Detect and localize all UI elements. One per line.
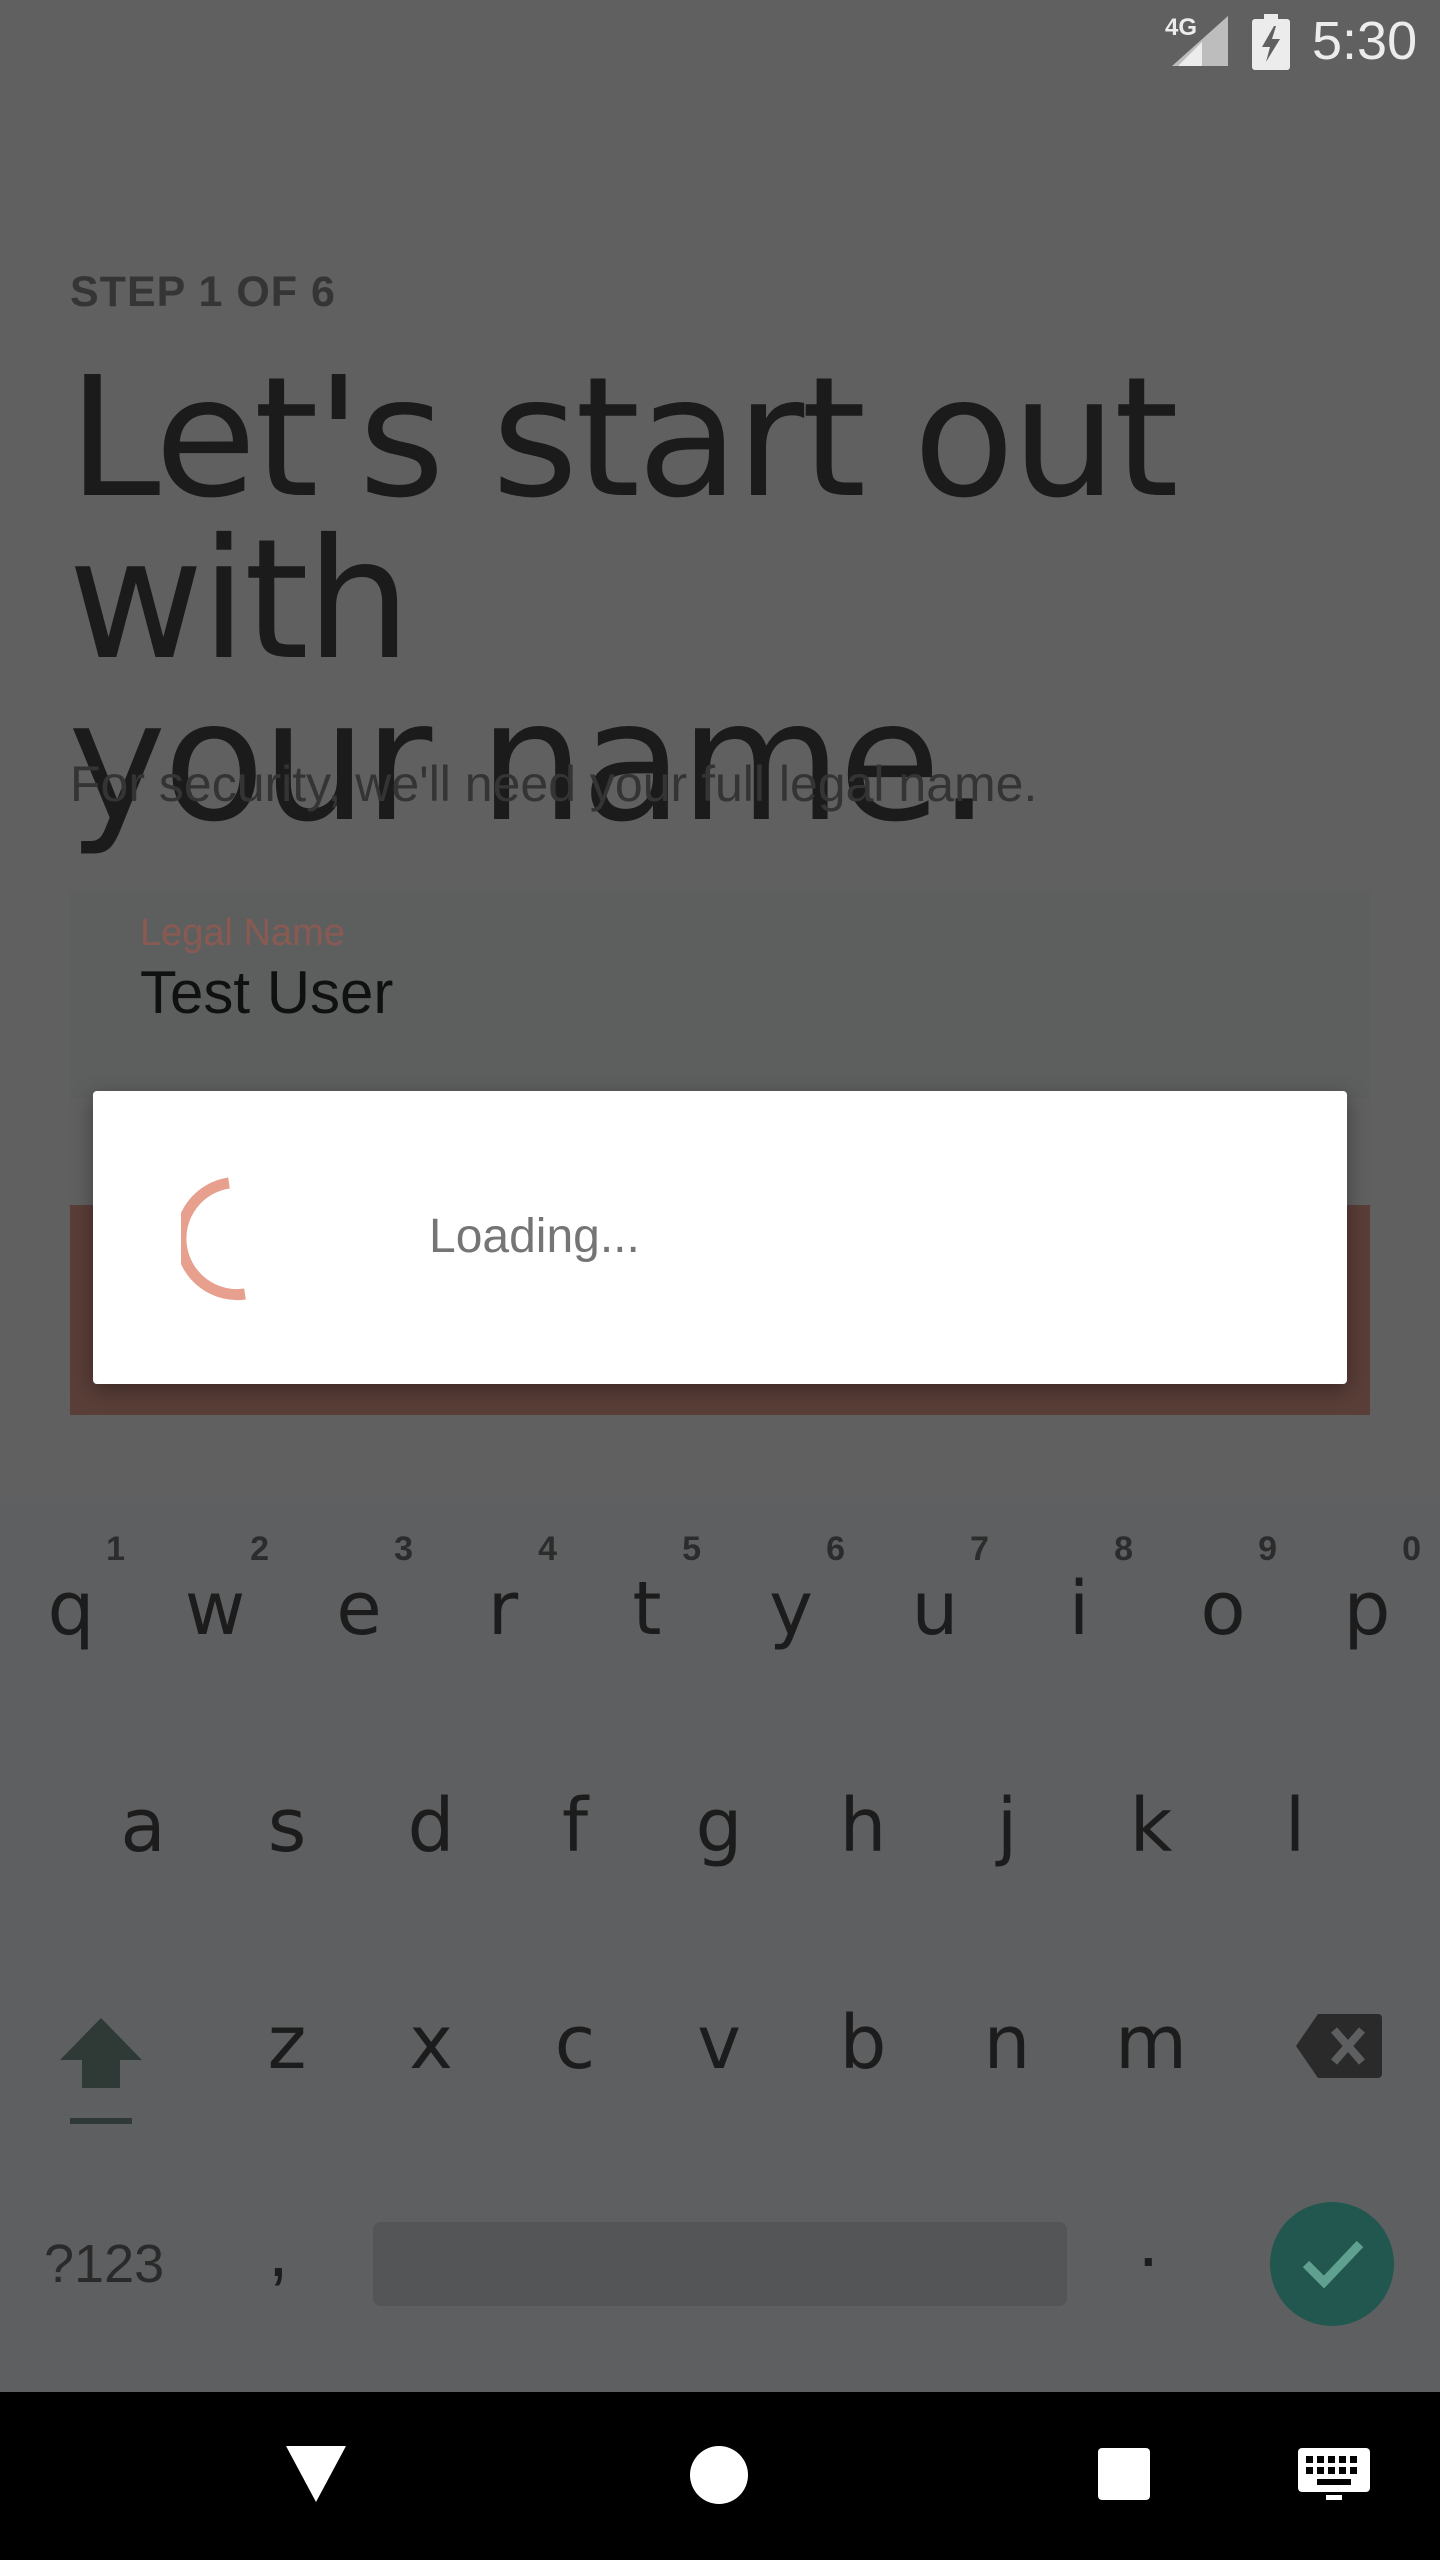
key-u[interactable]: 7u [865,1530,1005,1654]
key-hint: 0 [1402,1530,1421,1568]
key-label: w [184,1566,246,1652]
key-t[interactable]: 5t [577,1530,717,1654]
recents-icon[interactable] [1098,2448,1150,2500]
key-o[interactable]: 9o [1153,1530,1293,1654]
symbols-key[interactable]: ?123 [44,2233,164,2295]
legal-name-label: Legal Name [140,912,345,954]
key-label: t [632,1566,662,1652]
key-label: y [769,1566,813,1652]
key-r[interactable]: 4r [433,1530,573,1654]
home-icon[interactable] [690,2446,748,2504]
key-s[interactable]: s [217,1781,357,1871]
key-c[interactable]: c [505,1998,645,2088]
soft-keyboard: 1q2w3e4r5t6y7u8i9o0p asdfghjkl zxcvbnm ?… [0,1498,1440,2392]
key-hint: 3 [394,1530,413,1568]
key-hint: 4 [538,1530,557,1568]
key-label: z [267,2000,307,2086]
battery-charging-icon [1252,14,1290,70]
key-i[interactable]: 8i [1009,1530,1149,1654]
status-bar: 4G 5:30 [0,0,1440,84]
key-label: n [983,2000,1031,2086]
key-q[interactable]: 1q [1,1530,141,1654]
legal-name-field[interactable]: Legal Name Test User [70,892,1370,1098]
enter-key[interactable] [1270,2202,1394,2326]
period-key[interactable]: . [1138,2198,1159,2283]
key-e[interactable]: 3e [289,1530,429,1654]
key-label: j [996,1783,1018,1869]
key-label: m [1114,2000,1188,2086]
key-label: p [1343,1566,1391,1652]
key-label: h [839,1783,887,1869]
key-b[interactable]: b [793,1998,933,2088]
key-hint: 2 [250,1530,269,1568]
key-label: r [487,1566,519,1652]
key-label: e [336,1566,382,1652]
key-n[interactable]: n [937,1998,1077,2088]
key-z[interactable]: z [217,1998,357,2088]
back-icon[interactable] [286,2446,346,2502]
key-label: x [409,2000,453,2086]
key-hint: 8 [1114,1530,1133,1568]
loading-dialog: Loading... [93,1091,1347,1384]
key-y[interactable]: 6y [721,1530,861,1654]
loading-text: Loading... [429,1210,640,1263]
key-d[interactable]: d [361,1781,501,1871]
signal-icon [1172,16,1228,66]
shift-icon[interactable] [58,2018,144,2130]
key-h[interactable]: h [793,1781,933,1871]
key-label: a [120,1783,166,1869]
comma-key[interactable]: , [268,2208,289,2293]
key-p[interactable]: 0p [1297,1530,1437,1654]
clock: 5:30 [1312,11,1418,71]
loading-spinner-icon [181,1177,246,1301]
key-k[interactable]: k [1081,1781,1221,1871]
legal-name-input[interactable]: Test User [140,958,393,1027]
enter-check-icon [1302,2240,1364,2288]
key-g[interactable]: g [649,1781,789,1871]
key-label: u [911,1566,959,1652]
key-a[interactable]: a [73,1781,213,1871]
key-label: o [1200,1566,1246,1652]
key-label: q [47,1566,95,1652]
key-v[interactable]: v [649,1998,789,2088]
key-label: c [554,2000,596,2086]
key-hint: 1 [106,1530,125,1568]
key-hint: 6 [826,1530,845,1568]
page-subtitle: For security, we'll need your full legal… [70,756,1038,812]
navigation-bar [0,2392,1440,2560]
backspace-icon[interactable] [1296,2014,1382,2078]
key-hint: 5 [682,1530,701,1568]
key-label: i [1068,1566,1090,1652]
page-title-line-1: Let's start out with [68,342,1179,697]
key-label: s [267,1783,307,1869]
key-j[interactable]: j [937,1781,1077,1871]
key-label: d [407,1783,455,1869]
key-f[interactable]: f [505,1781,645,1871]
key-x[interactable]: x [361,1998,501,2088]
space-key[interactable] [373,2222,1067,2306]
key-hint: 9 [1258,1530,1277,1568]
key-label: g [695,1783,743,1869]
key-label: b [839,2000,887,2086]
key-label: v [697,2000,741,2086]
key-m[interactable]: m [1081,1998,1221,2088]
keyboard-switch-icon[interactable] [1298,2448,1370,2500]
key-l[interactable]: l [1225,1781,1365,1871]
key-w[interactable]: 2w [145,1530,285,1654]
key-label: l [1284,1783,1306,1869]
key-label: f [561,1783,589,1869]
key-hint: 7 [970,1530,989,1568]
step-indicator: STEP 1 OF 6 [70,268,336,316]
key-label: k [1129,1783,1173,1869]
